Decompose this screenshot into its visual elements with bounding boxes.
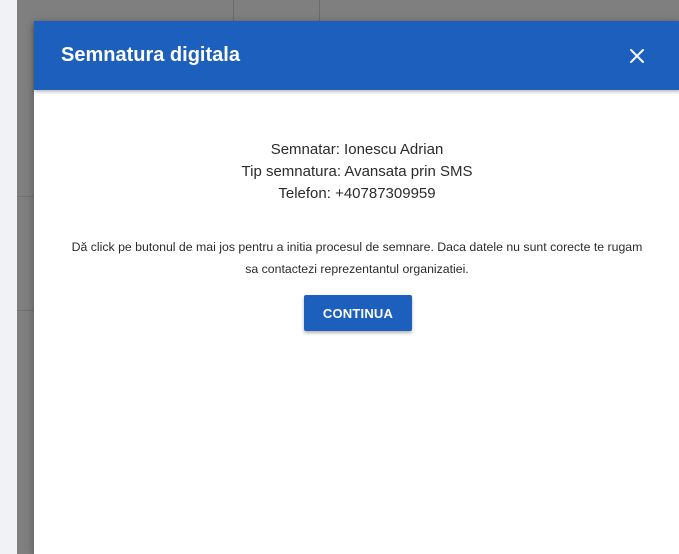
continue-button[interactable]: CONTINUA — [304, 295, 412, 331]
signer-info: Semnatar: Ionescu Adrian Tip semnatura: … — [34, 139, 679, 205]
close-icon — [630, 48, 644, 63]
phone-number: Telefon: +40787309959 — [278, 185, 436, 202]
instructions-text: Dă click pe butonul de mai jos pentru a … — [71, 240, 643, 276]
signer-name: Semnatar: Ionescu Adrian — [270, 141, 444, 158]
signature-type: Tip semnatura: Avansata prin SMS — [241, 163, 473, 180]
signature-dialog: Semnatura digitala Semnatar: Ionescu Adr… — [34, 21, 679, 554]
close-button[interactable] — [622, 21, 652, 90]
dialog-header: Semnatura digitala — [34, 21, 679, 90]
page-left-strip — [0, 0, 17, 554]
dialog-title: Semnatura digitala — [61, 44, 240, 66]
